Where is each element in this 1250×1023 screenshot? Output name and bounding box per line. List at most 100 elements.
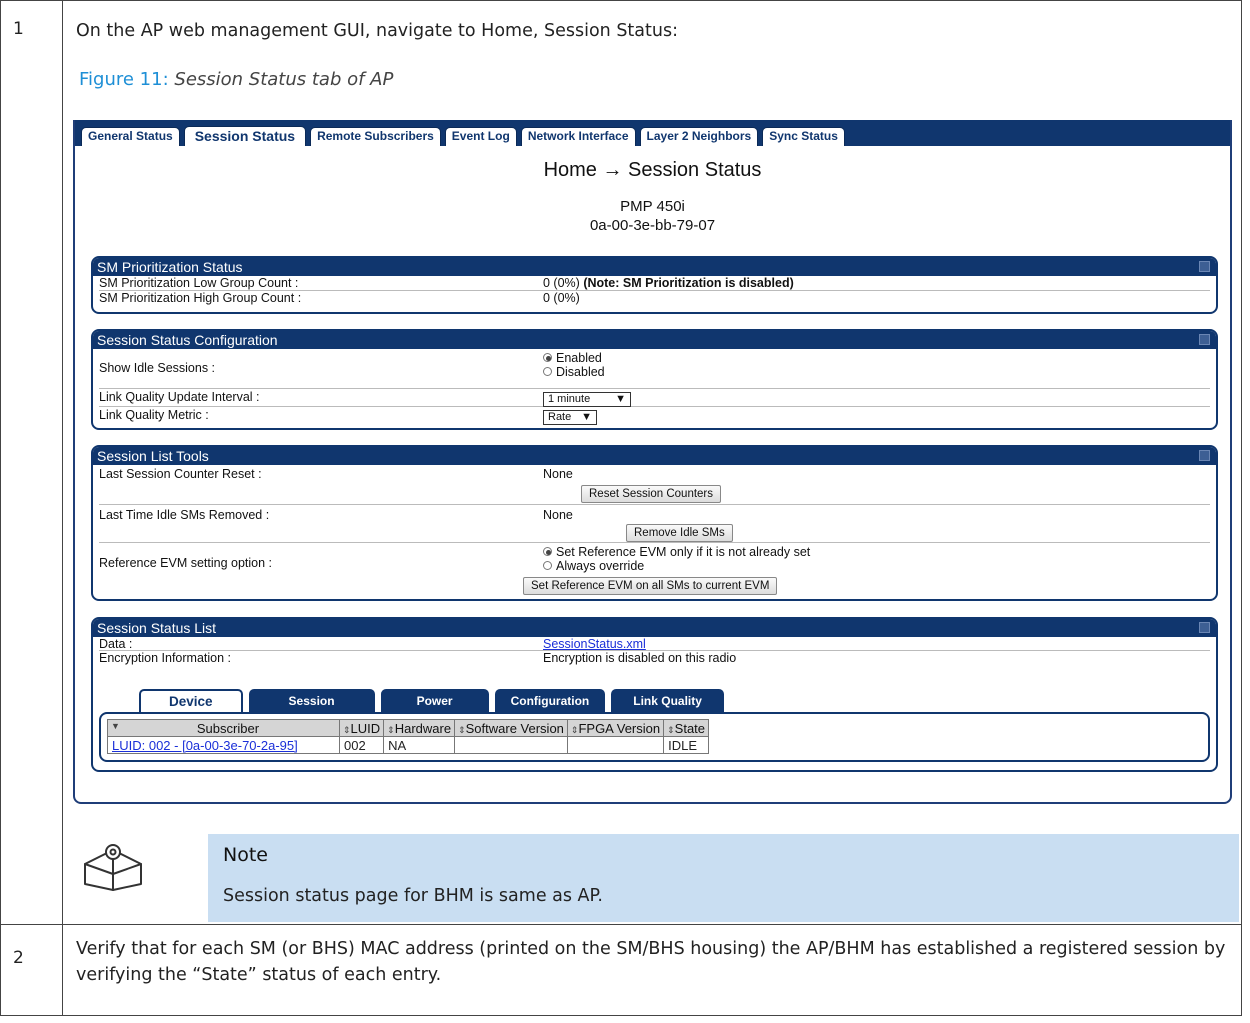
- collapse-icon[interactable]: [1199, 622, 1210, 633]
- field-value: None: [543, 467, 573, 481]
- subtab-session[interactable]: Session: [248, 689, 375, 713]
- radio-evm-if-unset[interactable]: Set Reference EVM only if it is not alre…: [543, 545, 810, 559]
- radio-disabled[interactable]: Disabled: [543, 365, 605, 379]
- subtab-configuration[interactable]: Configuration: [494, 689, 606, 713]
- note-book-icon: [81, 840, 145, 892]
- interval-select[interactable]: 1 minute ▼: [543, 392, 631, 407]
- column-header-hardware[interactable]: ⇕Hardware: [383, 719, 456, 737]
- figure-number: Figure 11:: [79, 69, 169, 90]
- session-list-panel: Session Status List Data : SessionStatus…: [91, 617, 1218, 772]
- field-label: SM Prioritization Low Group Count :: [99, 276, 299, 290]
- tab-session-status[interactable]: Session Status: [183, 126, 307, 146]
- evm-row: Reference EVM setting option : Set Refer…: [99, 543, 1210, 599]
- column-header-subscriber[interactable]: ▼ Subscriber: [107, 719, 340, 737]
- counter-reset-row: Last Session Counter Reset : None Reset …: [99, 465, 1210, 505]
- step-number: 1: [13, 19, 24, 39]
- sm-prioritization-panel: SM Prioritization Status SM Prioritizati…: [91, 256, 1218, 314]
- subtab-link-quality[interactable]: Link Quality: [611, 689, 724, 713]
- column-label: Software Version: [465, 720, 564, 736]
- radio-off-icon[interactable]: [543, 367, 552, 376]
- column-label: Hardware: [394, 720, 452, 736]
- panel-title-text: Session List Tools: [97, 448, 209, 464]
- collapse-icon[interactable]: [1199, 334, 1210, 345]
- note-text: Session status page for BHM is same as A…: [223, 886, 603, 906]
- subtab-device[interactable]: Device: [139, 689, 243, 713]
- panel-title-text: Session Status Configuration: [97, 332, 278, 348]
- session-config-panel: Session Status Configuration Show Idle S…: [91, 329, 1218, 430]
- column-label: FPGA Version: [578, 720, 661, 736]
- device-table-frame: ▼ Subscriber ⇕LUID ⇕Hardware ⇕Software Ve…: [99, 712, 1210, 762]
- high-group-row: SM Prioritization High Group Count : 0 (…: [99, 291, 1210, 307]
- interval-row: Link Quality Update Interval : 1 minute …: [99, 389, 1210, 407]
- remove-idle-button[interactable]: Remove Idle SMs: [626, 524, 733, 542]
- column-header-state[interactable]: ⇕State: [663, 719, 710, 737]
- device-table: ▼ Subscriber ⇕LUID ⇕Hardware ⇕Software Ve…: [107, 719, 710, 754]
- collapse-icon[interactable]: [1199, 450, 1210, 461]
- column-label: LUID: [350, 720, 381, 736]
- tab-layer2-neighbors[interactable]: Layer 2 Neighbors: [639, 127, 759, 146]
- reset-counters-button[interactable]: Reset Session Counters: [581, 485, 722, 503]
- gui-screenshot: General Status Session Status Remote Sub…: [73, 120, 1232, 804]
- panel-title: SM Prioritization Status: [93, 258, 1216, 276]
- panel-title: Session Status Configuration: [93, 331, 1216, 349]
- sort-icon: ⇕: [458, 724, 466, 735]
- device-mac: 0a-00-3e-bb-79-07: [589, 217, 716, 234]
- field-label: Last Time Idle SMs Removed :: [99, 508, 270, 522]
- column-header-fpga[interactable]: ⇕FPGA Version: [566, 719, 665, 737]
- sort-desc-icon: ▼: [111, 720, 120, 731]
- tab-remote-subscribers[interactable]: Remote Subscribers: [310, 127, 441, 146]
- session-xml-link[interactable]: SessionStatus.xml: [543, 637, 646, 651]
- field-value: 0 (0%) (Note: SM Prioritization is disab…: [543, 276, 794, 290]
- sort-icon: ⇕: [667, 724, 675, 735]
- state-cell: IDLE: [663, 736, 710, 754]
- subscriber-cell[interactable]: LUID: 002 - [0a-00-3e-70-2a-95]: [107, 736, 340, 754]
- luid-cell: 002: [338, 736, 385, 754]
- subtab-power[interactable]: Power: [380, 689, 489, 713]
- evm-radio-group: Set Reference EVM only if it is not alre…: [543, 545, 810, 573]
- tab-network-interface[interactable]: Network Interface: [520, 127, 636, 146]
- field-label: Last Session Counter Reset :: [99, 467, 262, 481]
- field-label: Reference EVM setting option :: [99, 556, 273, 570]
- radio-evm-override[interactable]: Always override: [543, 559, 810, 573]
- hardware-cell: NA: [383, 736, 456, 754]
- note-callout: Note Session status page for BHM is same…: [208, 834, 1239, 922]
- column-header-software[interactable]: ⇕Software Version: [454, 719, 568, 737]
- panel-title: Session List Tools: [93, 447, 1216, 465]
- prioritization-note: (Note: SM Prioritization is disabled): [583, 276, 794, 290]
- fpga-cell: [566, 736, 665, 754]
- step-number-cell: 1: [1, 1, 63, 924]
- metric-row: Link Quality Metric : Rate ▼: [99, 407, 1210, 425]
- step-number-cell: 2: [1, 925, 63, 1015]
- table-row: LUID: 002 - [0a-00-3e-70-2a-95] 002 NA I…: [107, 736, 710, 754]
- field-label: Show Idle Sessions :: [99, 361, 216, 375]
- breadcrumb: Home → Session Status: [543, 159, 762, 181]
- panel-title: Session Status List: [93, 619, 1216, 637]
- sort-icon: ⇕: [387, 724, 395, 735]
- column-label: Subscriber: [196, 720, 260, 736]
- radio-enabled[interactable]: Enabled: [543, 351, 605, 365]
- tab-sync-status[interactable]: Sync Status: [762, 127, 845, 146]
- set-evm-button[interactable]: Set Reference EVM on all SMs to current …: [523, 577, 778, 595]
- field-label: Link Quality Metric :: [99, 408, 209, 422]
- panel-title-text: Session Status List: [97, 620, 217, 636]
- tab-general-status[interactable]: General Status: [81, 127, 180, 146]
- subscriber-link[interactable]: LUID: 002 - [0a-00-3e-70-2a-95]: [112, 738, 298, 753]
- radio-off-icon[interactable]: [543, 561, 552, 570]
- field-value: Encryption is disabled on this radio: [543, 651, 737, 665]
- panel-title-text: SM Prioritization Status: [97, 259, 243, 275]
- radio-on-icon[interactable]: [543, 353, 552, 362]
- metric-select[interactable]: Rate ▼: [543, 410, 597, 425]
- field-value: None: [543, 508, 573, 522]
- field-label: Link Quality Update Interval :: [99, 390, 260, 404]
- collapse-icon[interactable]: [1199, 261, 1210, 272]
- radio-on-icon[interactable]: [543, 547, 552, 556]
- step-row-2: 2 Verify that for each SM (or BHS) MAC a…: [0, 924, 1242, 1016]
- radio-label: Disabled: [556, 365, 605, 379]
- field-label: SM Prioritization High Group Count :: [99, 291, 302, 305]
- tab-event-log[interactable]: Event Log: [444, 127, 517, 146]
- chevron-down-icon: ▼: [581, 411, 592, 423]
- step-number: 2: [13, 948, 24, 968]
- column-label: State: [674, 720, 706, 736]
- low-count: 0 (0%): [543, 276, 580, 290]
- column-header-luid[interactable]: ⇕LUID: [338, 719, 385, 737]
